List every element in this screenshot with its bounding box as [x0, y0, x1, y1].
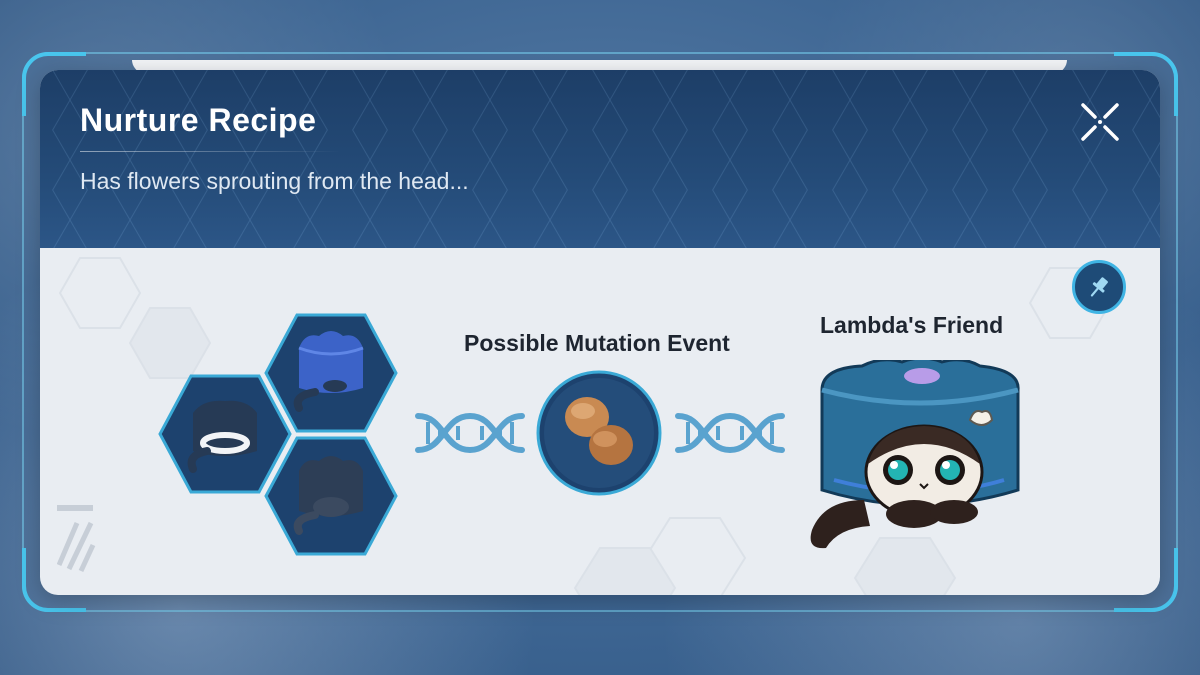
- close-button[interactable]: [1078, 100, 1122, 144]
- mutation-label: Possible Mutation Event: [464, 330, 730, 356]
- dialog-header: Nurture Recipe Has flowers sprouting fro…: [40, 70, 1160, 248]
- dna-icon: [415, 412, 525, 454]
- watermark-logo: [57, 505, 96, 573]
- result-label: Lambda's Friend: [820, 312, 1004, 338]
- ingredient-slot-3[interactable]: [263, 435, 399, 557]
- pin-button[interactable]: [1072, 260, 1126, 314]
- dna-icon: [675, 412, 785, 454]
- nurture-recipe-dialog: Nurture Recipe Has flowers sprouting fro…: [40, 70, 1160, 595]
- ingredient-slot-2[interactable]: [263, 312, 399, 434]
- result-creature-image: [810, 360, 1020, 549]
- pin-icon: [1090, 277, 1108, 297]
- mutation-item-slot[interactable]: [535, 369, 663, 497]
- dialog-subtitle: Has flowers sprouting from the head...: [80, 168, 469, 194]
- close-icon: [1081, 103, 1119, 141]
- dialog-title: Nurture Recipe: [80, 102, 317, 138]
